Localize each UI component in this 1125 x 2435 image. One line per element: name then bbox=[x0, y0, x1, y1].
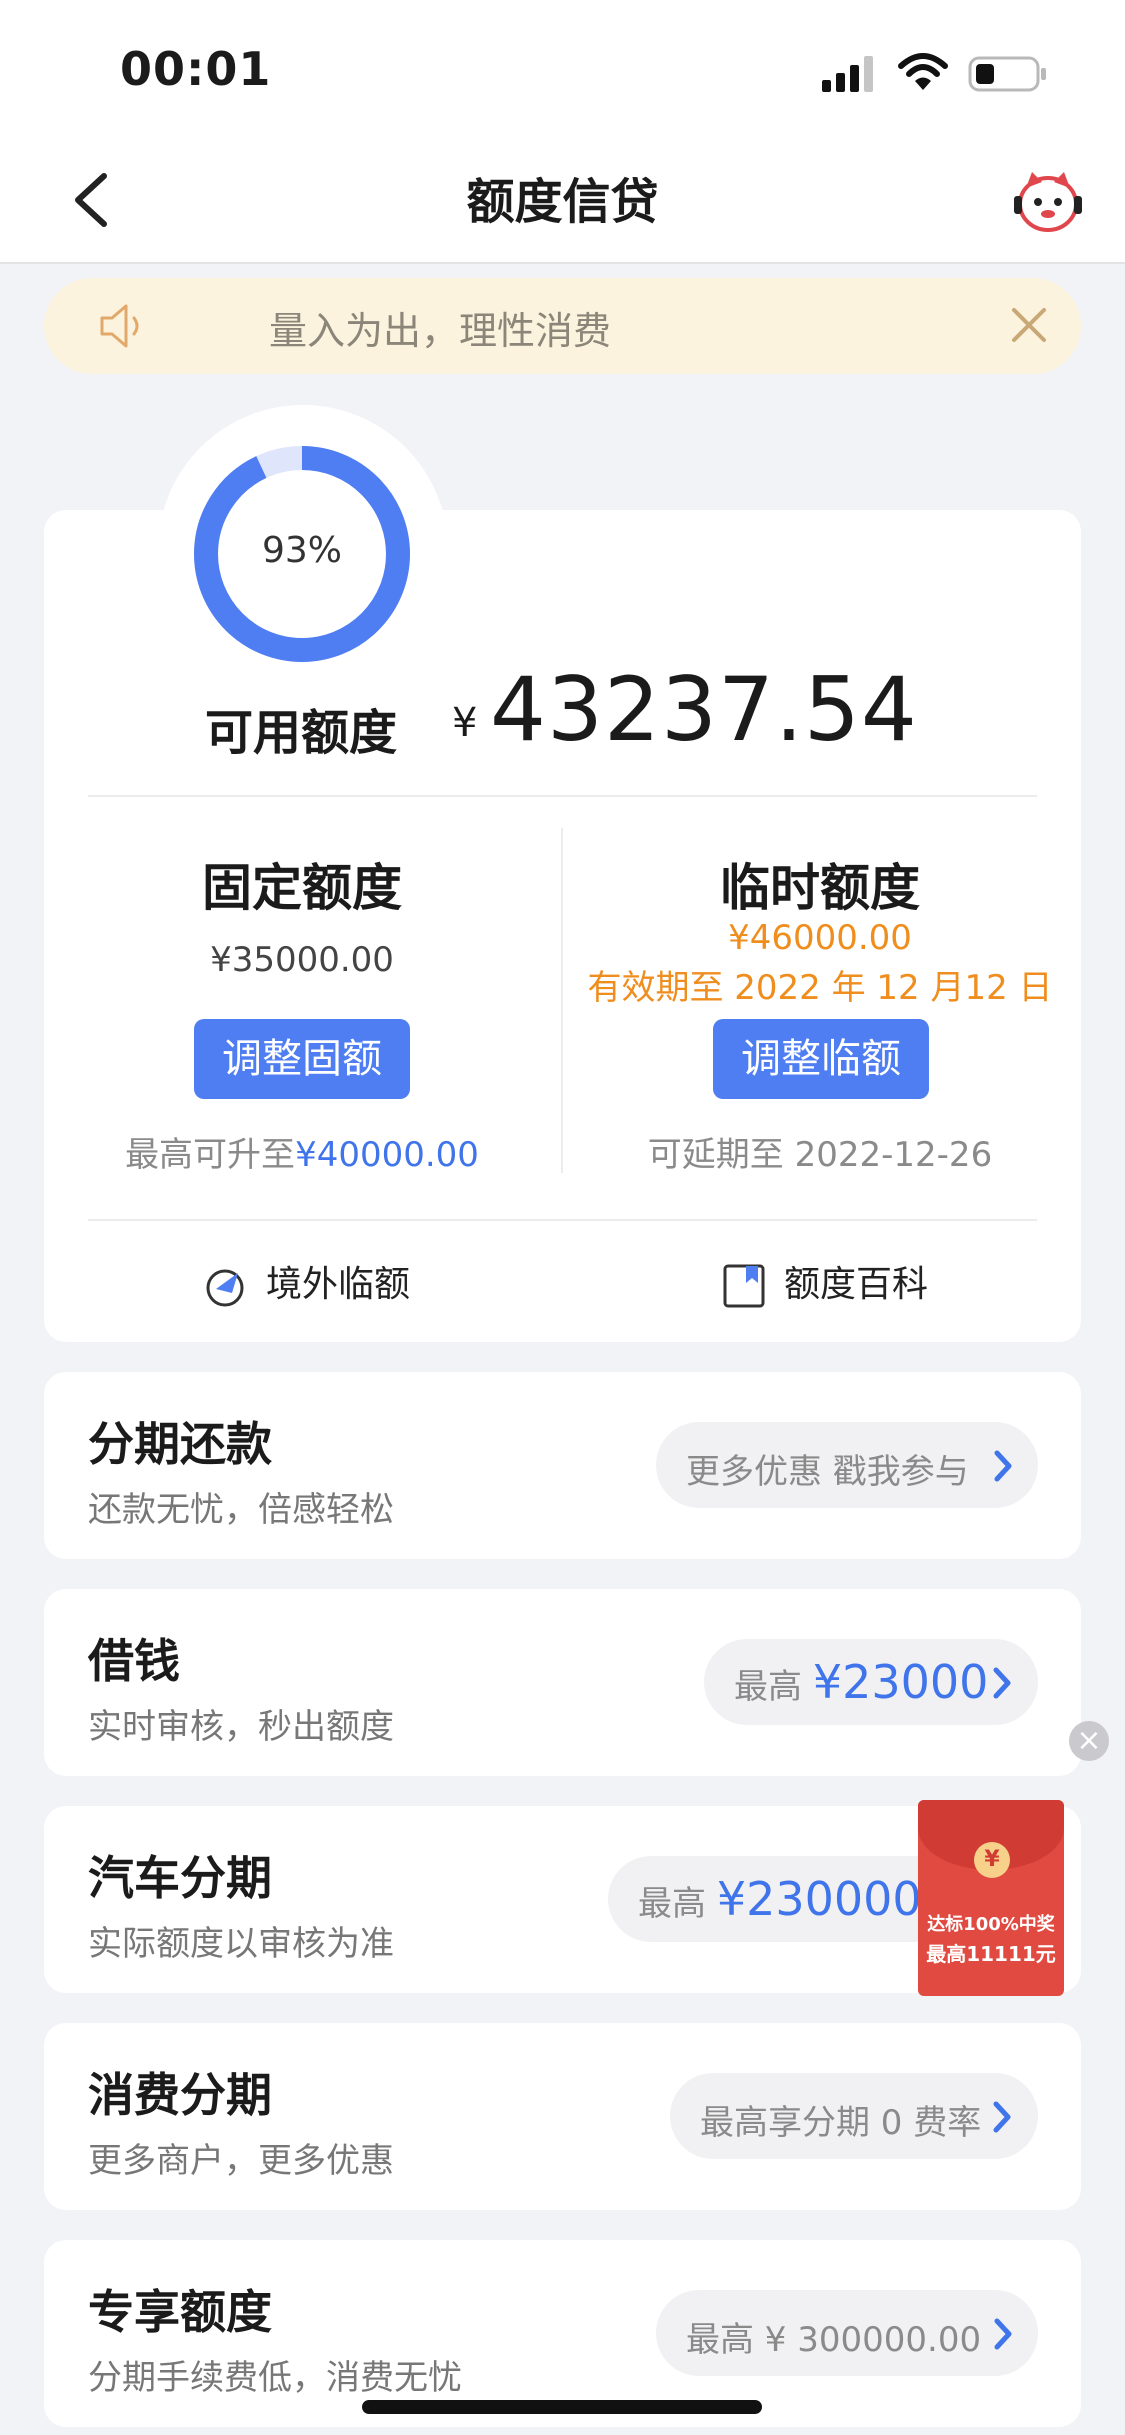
notice-banner: 量入为出，理性消费 bbox=[44, 278, 1081, 374]
fixed-max: 最高可升至¥40000.00 bbox=[42, 1127, 562, 1176]
nav-bar: 额度信贷 bbox=[0, 140, 1125, 264]
chevron-right-icon bbox=[994, 1450, 1012, 1482]
pill-text: 更多优惠 戳我参与 bbox=[686, 1452, 969, 1492]
product-row-borrow[interactable]: 借钱 实时审核，秒出额度 最高 ¥23000 bbox=[44, 1589, 1081, 1776]
status-time: 00:01 bbox=[120, 42, 272, 96]
pill-text: 最高 ¥230000. bbox=[638, 1872, 936, 1926]
status-bar: 00:01 bbox=[0, 0, 1125, 140]
adjust-fixed-button[interactable]: 调整固额 bbox=[194, 1019, 410, 1099]
cellular-signal-icon bbox=[822, 56, 873, 92]
home-indicator bbox=[362, 2400, 762, 2414]
fixed-max-amount: ¥40000.00 bbox=[295, 1135, 479, 1175]
book-icon bbox=[723, 1264, 765, 1308]
overseas-label: 境外临额 bbox=[266, 1264, 411, 1305]
row-title: 消费分期 bbox=[88, 2068, 272, 2122]
available-label: 可用额度 bbox=[205, 705, 398, 761]
pill-text: 最高享分期 0 费率 bbox=[700, 2103, 982, 2143]
promo-pill[interactable]: 最高 ¥ 300000.00 bbox=[656, 2290, 1038, 2376]
fixed-title: 固定额度 bbox=[202, 859, 402, 917]
temp-title: 临时额度 bbox=[720, 859, 920, 917]
row-subtitle: 实时审核，秒出额度 bbox=[88, 1707, 394, 1747]
row-subtitle: 更多商户，更多优惠 bbox=[88, 2141, 394, 2181]
customer-service-icon[interactable] bbox=[1012, 168, 1084, 234]
row-subtitle: 实际额度以审核为准 bbox=[88, 1924, 394, 1964]
row-subtitle: 分期手续费低，消费无忧 bbox=[88, 2358, 462, 2398]
chevron-right-icon bbox=[993, 2101, 1011, 2133]
fixed-amount: ¥35000.00 bbox=[210, 940, 394, 980]
overseas-link[interactable]: 境外临额 bbox=[202, 1255, 410, 1309]
pill-amount: ¥230000. bbox=[716, 1872, 937, 1926]
promo-line-2: 最高11111元 bbox=[926, 1942, 1056, 1966]
chevron-right-icon bbox=[994, 2318, 1012, 2350]
gauge-percent: 93% bbox=[261, 530, 342, 571]
temp-extend: 可延期至 2022-12-26 bbox=[647, 1135, 993, 1175]
promo-line-1: 达标100%中奖 bbox=[927, 1914, 1055, 1935]
adjust-temp-button[interactable]: 调整临额 bbox=[713, 1019, 929, 1099]
row-title: 专享额度 bbox=[88, 2285, 272, 2339]
speaker-icon bbox=[100, 304, 139, 348]
notice-text: 量入为出，理性消费 bbox=[269, 309, 612, 353]
page-title: 额度信贷 bbox=[466, 174, 659, 230]
available-amount: 43237.54 bbox=[490, 658, 918, 761]
promo-pill[interactable]: 最高享分期 0 费率 bbox=[670, 2073, 1038, 2159]
envelope-coin: ¥ bbox=[974, 1842, 1010, 1878]
promo-close-button[interactable]: × bbox=[1069, 1721, 1109, 1761]
product-row-installment-repay[interactable]: 分期还款 还款无忧，倍感轻松 更多优惠 戳我参与 bbox=[44, 1372, 1081, 1559]
max-amount-pill[interactable]: 最高 ¥23000 bbox=[704, 1639, 1038, 1725]
wiki-label: 额度百科 bbox=[784, 1264, 929, 1305]
promo-pill[interactable]: 更多优惠 戳我参与 bbox=[656, 1422, 1038, 1508]
fixed-max-prefix: 最高可升至 bbox=[125, 1135, 296, 1175]
chevron-right-icon bbox=[993, 1667, 1011, 1699]
temp-amount: ¥46000.00 bbox=[728, 918, 912, 958]
pill-prefix: 最高 bbox=[734, 1667, 802, 1707]
pill-text: 最高 ¥23000 bbox=[734, 1655, 988, 1709]
pill-prefix: 最高 bbox=[638, 1884, 706, 1924]
temp-validity: 有效期至 2022 年 12 月12 日 bbox=[587, 968, 1053, 1008]
red-envelope-icon[interactable]: ¥ 达标100%中奖 最高11111元 bbox=[918, 1800, 1064, 1996]
currency-symbol: ¥ bbox=[452, 700, 478, 746]
divider bbox=[88, 795, 1037, 797]
globe-plane-icon bbox=[206, 1269, 244, 1307]
pill-amount: ¥23000 bbox=[812, 1655, 989, 1709]
close-icon[interactable] bbox=[1004, 300, 1054, 350]
wifi-icon bbox=[898, 53, 948, 90]
battery-icon bbox=[968, 56, 1046, 92]
wiki-link[interactable]: 额度百科 bbox=[722, 1255, 928, 1309]
row-title: 汽车分期 bbox=[88, 1851, 272, 1905]
product-row-exclusive-credit[interactable]: 专享额度 分期手续费低，消费无忧 最高 ¥ 300000.00 bbox=[44, 2240, 1081, 2427]
pill-text: 最高 ¥ 300000.00 bbox=[686, 2320, 982, 2360]
divider bbox=[88, 1219, 1037, 1221]
row-title: 分期还款 bbox=[88, 1417, 272, 1471]
product-row-consumer-installment[interactable]: 消费分期 更多商户，更多优惠 最高享分期 0 费率 bbox=[44, 2023, 1081, 2210]
row-title: 借钱 bbox=[88, 1634, 180, 1688]
row-subtitle: 还款无忧，倍感轻松 bbox=[88, 1490, 394, 1530]
